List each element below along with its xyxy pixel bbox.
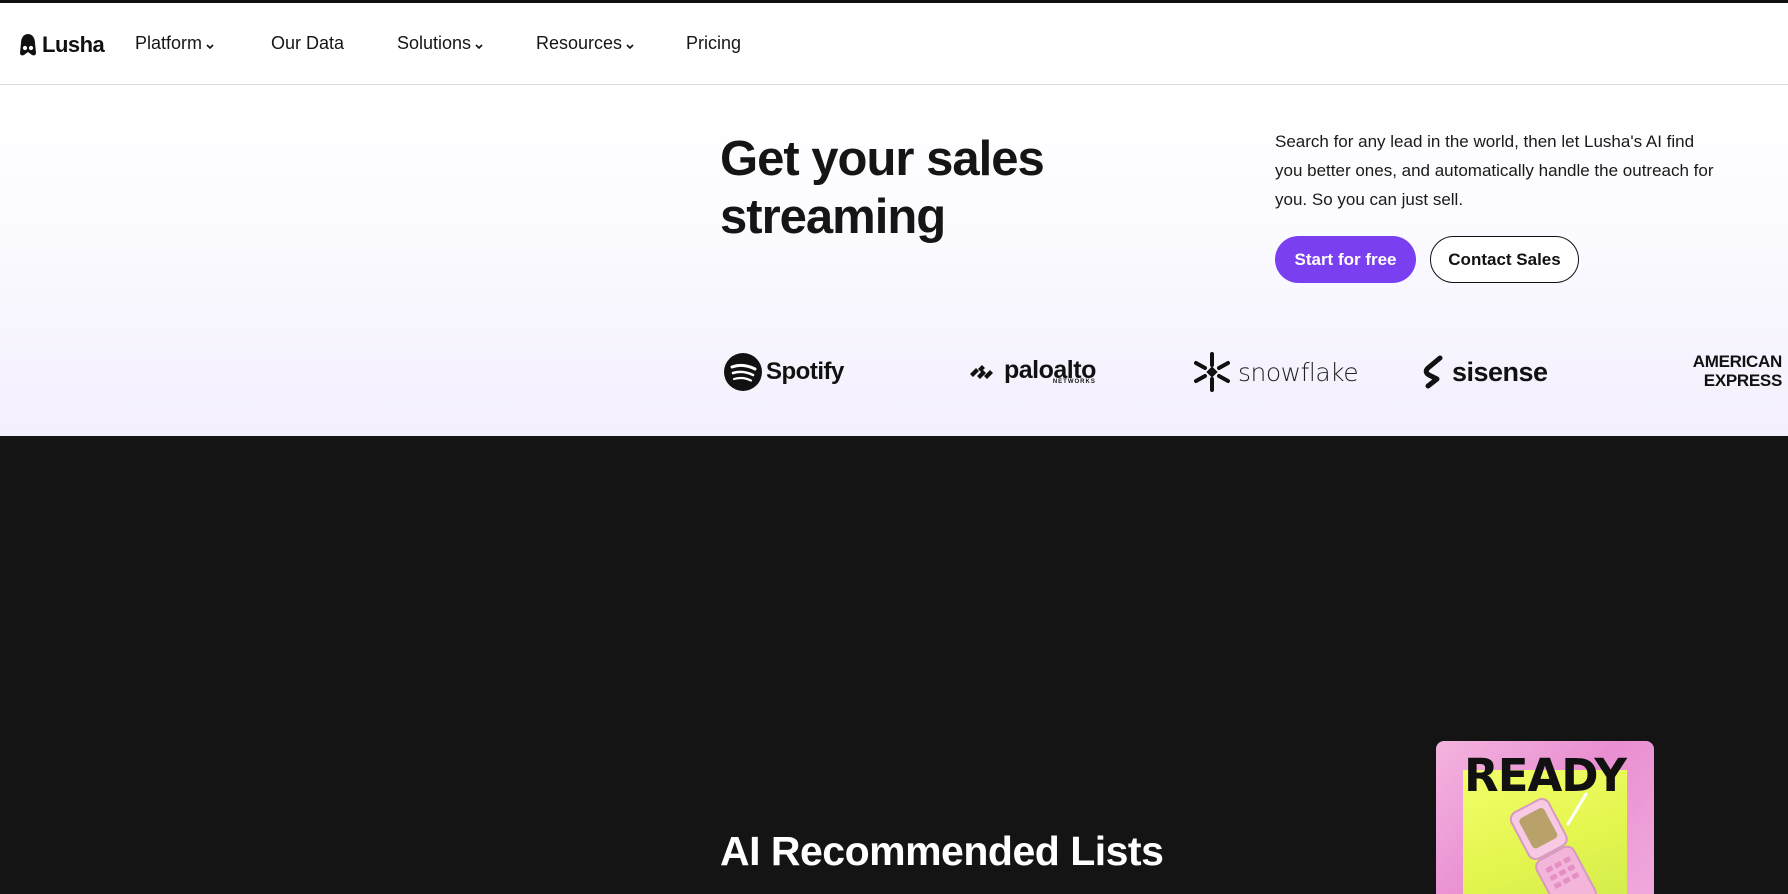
- paloalto-wordmark: paloalto: [1004, 356, 1096, 384]
- sisense-icon: [1423, 355, 1443, 389]
- american-express-logo: AMERICAN EXPRESS: [1682, 352, 1783, 396]
- nav-platform[interactable]: Platform: [135, 33, 215, 54]
- chevron-down-icon: [206, 43, 214, 49]
- hero-description: Search for any lead in the world, then l…: [1275, 132, 1714, 209]
- chevron-down-icon: [626, 43, 634, 49]
- spotify-icon: [724, 353, 762, 391]
- nav-solutions[interactable]: Solutions: [397, 33, 484, 54]
- start-for-free-button[interactable]: Start for free: [1275, 236, 1416, 283]
- spotify-wordmark: Spotify: [766, 358, 844, 385]
- chevron-down-icon: [475, 43, 483, 49]
- nav-solutions-label: Solutions: [397, 33, 472, 53]
- contact-sales-button[interactable]: Contact Sales: [1430, 236, 1579, 283]
- spotify-logo: Spotify: [724, 350, 844, 394]
- nav-pricing-label: Pricing: [686, 33, 742, 53]
- amex-line-2: EXPRESS: [1703, 371, 1783, 390]
- hero-title: Get your sales streaming: [720, 132, 1045, 244]
- nav-resources[interactable]: Resources: [536, 33, 635, 54]
- snowflake-wordmark: snowflake: [1238, 357, 1359, 387]
- nav-pricing[interactable]: Pricing: [686, 33, 741, 54]
- flip-phone-icon: [1509, 792, 1597, 894]
- snowflake-icon: [1194, 352, 1230, 392]
- paloalto-logo: paloalto NETWORKS: [968, 350, 1096, 394]
- sisense-wordmark: sisense: [1452, 356, 1548, 387]
- site-header: Lusha Platform Our Data Solutions Resour…: [0, 3, 1788, 85]
- nav-resources-label: Resources: [536, 33, 623, 53]
- nav-our-data[interactable]: Our Data: [271, 33, 344, 54]
- section-title: AI Recommended Lists: [720, 828, 1164, 874]
- amex-line-1: AMERICAN: [1692, 352, 1783, 371]
- sisense-logo: sisense: [1420, 350, 1548, 394]
- lusha-mascot-icon: [20, 34, 36, 56]
- paloalto-subtitle: NETWORKS: [1052, 379, 1096, 385]
- ready-illustration-card: READY: [1436, 741, 1654, 894]
- nav-our-data-label: Our Data: [271, 33, 345, 53]
- snowflake-logo: snowflake: [1192, 350, 1359, 394]
- logo-text: Lusha: [42, 32, 105, 57]
- nav-platform-label: Platform: [135, 33, 203, 53]
- lusha-logo[interactable]: Lusha: [18, 30, 105, 60]
- paloalto-icon: [970, 365, 993, 379]
